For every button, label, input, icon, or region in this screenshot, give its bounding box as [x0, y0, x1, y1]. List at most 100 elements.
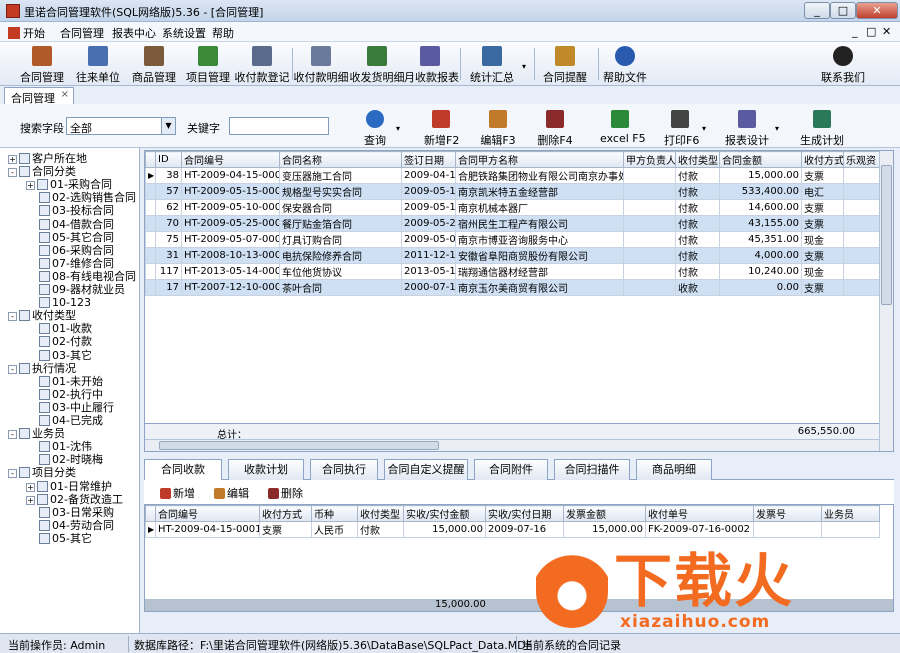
toolbar-statistics-button[interactable]: 统计汇总	[466, 44, 518, 84]
table-row[interactable]: ▶38HT-2009-04-15-0001变压器施工合同2009-04-15合肥…	[145, 167, 880, 184]
close-button[interactable]: ✕	[856, 2, 898, 19]
column-header[interactable]: 发票号	[753, 505, 822, 522]
tree-group[interactable]: - 项目分类	[8, 466, 76, 479]
mdi-restore-button[interactable]: □	[866, 25, 876, 38]
tab-contract-management[interactable]: 合同管理 ×	[4, 87, 74, 105]
row-indicator[interactable]	[145, 247, 156, 264]
expand-icon[interactable]: +	[8, 155, 17, 164]
keyword-input[interactable]	[229, 117, 329, 135]
tree-item[interactable]: 07-维修合同	[26, 257, 114, 270]
column-header[interactable]: 币种	[311, 505, 358, 522]
table-row[interactable]: 75HT-2009-05-07-0001灯具订购合同2009-05-07南京市博…	[145, 231, 880, 248]
tree-item[interactable]: 01-未开始	[26, 375, 103, 388]
table-row[interactable]: 62HT-2009-05-10-0000保安器合同2009-05-10南京机械本…	[145, 199, 880, 216]
report-design-button[interactable]: 报表设计 ▾	[725, 108, 779, 147]
detail-tab[interactable]: 合同执行	[310, 459, 378, 480]
toolbar-payment-detail-button[interactable]: 收付款明细	[292, 44, 350, 84]
collapse-icon[interactable]: -	[8, 364, 17, 374]
statistics-dropdown-icon[interactable]: ▾	[522, 62, 526, 71]
tree-item[interactable]: 01-收款	[26, 322, 92, 335]
tree-item[interactable]: 04-借款合同	[26, 218, 114, 231]
query-dropdown-icon[interactable]: ▾	[396, 124, 400, 133]
detail-tab[interactable]: 合同附件	[474, 459, 548, 480]
maximize-button[interactable]: □	[830, 2, 856, 19]
toolbar-report-button[interactable]: 月收款报表	[404, 44, 459, 84]
print-button[interactable]: 打印F6 ▾	[664, 108, 706, 147]
table-row[interactable]: 117HT-2013-05-14-0001车位他货协议2013-05-14瑞翔通…	[145, 263, 880, 280]
column-header[interactable]: 甲方负责人	[623, 151, 676, 168]
excel-button[interactable]: excel F5	[600, 108, 646, 146]
column-header[interactable]: 合同甲方名称	[455, 151, 624, 168]
table-row[interactable]: 17HT-2007-12-10-0007茶叶合同2000-07-17南京玉尔美商…	[145, 279, 880, 296]
column-header[interactable]: 乐观资	[843, 151, 880, 168]
column-header[interactable]: 合同编号	[155, 505, 260, 522]
row-indicator[interactable]: ▶	[145, 167, 156, 184]
detail-edit-button[interactable]: 编辑	[214, 485, 249, 501]
column-header[interactable]: 合同编号	[181, 151, 280, 168]
column-header[interactable]: 实收/实付金额	[403, 505, 486, 522]
column-header[interactable]: 合同金额	[719, 151, 802, 168]
generate-plan-button[interactable]: 生成计划	[800, 108, 844, 147]
tree-item[interactable]: +01-日常维护	[26, 480, 112, 493]
menu-help[interactable]: 帮助	[212, 25, 234, 41]
row-indicator[interactable]	[145, 199, 156, 216]
grid-horizontal-scrollbar[interactable]	[145, 439, 879, 451]
tree-item[interactable]: 03-投标合同	[26, 204, 114, 217]
row-indicator[interactable]	[145, 183, 156, 200]
query-button[interactable]: 查询 ▾	[360, 108, 400, 147]
column-header[interactable]: 业务员	[821, 505, 880, 522]
tree-item[interactable]: 03-中止履行	[26, 401, 114, 414]
toolbar-goods-button[interactable]: 商品管理	[126, 44, 182, 84]
column-header[interactable]: 收付方式	[259, 505, 312, 522]
tree-item[interactable]: +01-采购合同	[26, 178, 112, 191]
add-button[interactable]: 新增F2	[424, 108, 459, 147]
tree-item[interactable]: 04-已完成	[26, 414, 103, 427]
detail-tab[interactable]: 合同收款	[144, 459, 222, 481]
table-row[interactable]: 70HT-2009-05-25-0001餐厅贴金箔合同2009-05-25宿州民…	[145, 215, 880, 232]
mdi-minimize-button[interactable]: _	[852, 25, 858, 38]
toolbar-reminder-button[interactable]: 合同提醒	[540, 44, 590, 84]
column-header[interactable]: 合同名称	[279, 151, 402, 168]
row-indicator[interactable]: ▶	[145, 521, 156, 538]
menu-contract[interactable]: 合同管理	[60, 25, 104, 41]
tree-item[interactable]: 10-123	[26, 296, 91, 309]
tree-group[interactable]: - 业务员	[8, 427, 65, 440]
toolbar-shipping-button[interactable]: 收发货明细	[348, 44, 406, 84]
row-indicator[interactable]	[145, 231, 156, 248]
detail-add-button[interactable]: 新增	[160, 485, 195, 501]
collapse-icon[interactable]: -	[8, 168, 17, 178]
tree-item[interactable]: 02-时晓梅	[26, 453, 103, 466]
tree-group[interactable]: - 收付类型	[8, 309, 76, 322]
column-header[interactable]: 收付方式	[801, 151, 844, 168]
expand-icon[interactable]: +	[26, 495, 35, 505]
menu-reports[interactable]: 报表中心	[112, 25, 156, 41]
column-header[interactable]: ID	[155, 151, 182, 168]
row-indicator[interactable]	[145, 279, 156, 296]
tree-item[interactable]: 02-付款	[26, 335, 92, 348]
report-design-dropdown-icon[interactable]: ▾	[775, 124, 779, 133]
detail-tab[interactable]: 商品明细	[636, 459, 712, 480]
column-header[interactable]: 收付类型	[675, 151, 720, 168]
detail-delete-button[interactable]: 删除	[268, 485, 303, 501]
tree-item[interactable]: 01-沈伟	[26, 440, 92, 453]
toolbar-contract-button[interactable]: 合同管理	[14, 44, 70, 84]
print-dropdown-icon[interactable]: ▾	[702, 124, 706, 133]
column-header[interactable]: 签订日期	[401, 151, 456, 168]
column-header[interactable]: 实收/实付日期	[485, 505, 564, 522]
table-row[interactable]: 31HT-2008-10-13-0001电抗保险修养合同2011-12-13安徽…	[145, 247, 880, 264]
column-header[interactable]: 收付类型	[357, 505, 404, 522]
detail-tab[interactable]: 合同扫描件	[554, 459, 630, 480]
minimize-button[interactable]: _	[804, 2, 830, 19]
tree-group[interactable]: - 执行情况	[8, 362, 76, 375]
tree-item[interactable]: 03-其它	[26, 349, 92, 362]
tree-item[interactable]: 09-器材就业员	[26, 283, 125, 296]
column-header[interactable]: 收付单号	[645, 505, 754, 522]
collapse-icon[interactable]: -	[8, 469, 17, 479]
tree-item[interactable]: 08-有线电视合同	[26, 270, 136, 283]
expand-icon[interactable]: +	[26, 181, 35, 191]
toolbar-partners-button[interactable]: 往来单位	[70, 44, 126, 84]
column-header[interactable]: 发票金额	[563, 505, 646, 522]
toolbar-help-button[interactable]: 帮助文件	[600, 44, 650, 84]
tree-item[interactable]: 05-其它	[26, 532, 92, 545]
expand-icon[interactable]: +	[26, 482, 35, 492]
